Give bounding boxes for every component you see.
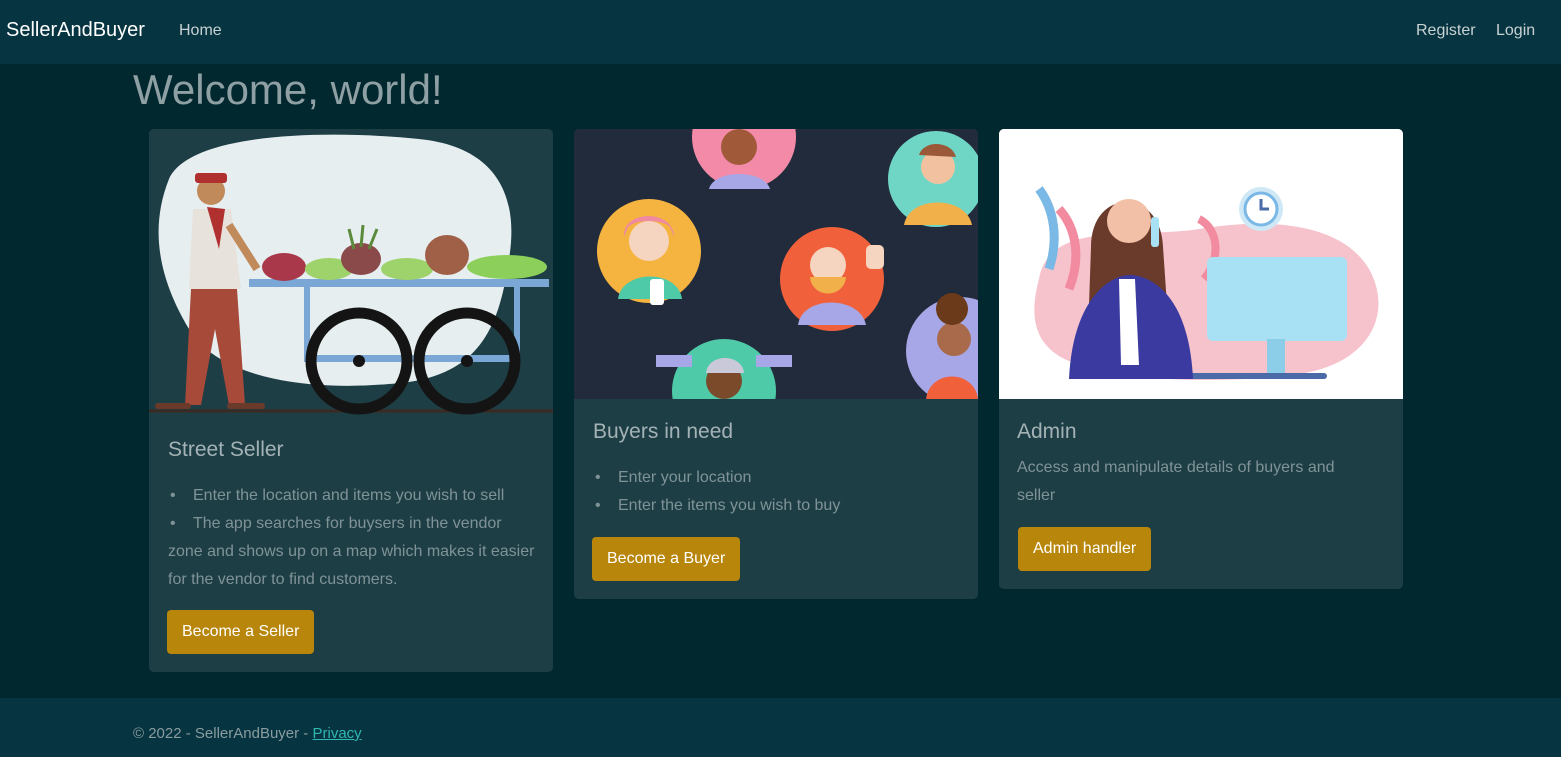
card-title: Admin <box>1017 420 1077 443</box>
navbar: SellerAndBuyer Home Register Login <box>0 0 1561 64</box>
card-title: Buyers in need <box>593 420 734 443</box>
footer-text: © 2022 - SellerAndBuyer - Privacy <box>133 725 362 742</box>
copyright-text: © 2022 - SellerAndBuyer - <box>133 725 313 742</box>
brand-link[interactable]: SellerAndBuyer <box>6 19 145 42</box>
privacy-link[interactable]: Privacy <box>312 725 361 742</box>
page-title: Welcome, world! <box>133 66 443 113</box>
admin-handler-button[interactable]: Admin handler <box>1018 527 1152 571</box>
nav-register-link[interactable]: Register <box>1416 22 1476 40</box>
become-buyer-button[interactable]: Become a Buyer <box>592 537 741 581</box>
seller-card: Street Seller Enter the location and ite… <box>149 129 553 672</box>
buyers-illustration <box>574 129 978 399</box>
buyer-feature-list: Enter your location Enter the items you … <box>593 464 963 520</box>
seller-feature-list: Enter the location and items you wish to… <box>168 482 538 594</box>
admin-card: Admin Access and manipulate details of b… <box>999 129 1403 589</box>
buyer-card: Buyers in need Enter your location Enter… <box>574 129 978 599</box>
list-item: Enter your location <box>593 464 963 492</box>
nav-login-link[interactable]: Login <box>1496 22 1535 40</box>
footer: © 2022 - SellerAndBuyer - Privacy <box>0 698 1561 757</box>
become-seller-button[interactable]: Become a Seller <box>167 610 315 654</box>
list-item: Enter the items you wish to buy <box>593 492 963 520</box>
admin-description: Access and manipulate details of buyers … <box>1017 459 1335 504</box>
list-item: Enter the location and items you wish to… <box>168 482 538 510</box>
card-title: Street Seller <box>168 438 284 461</box>
street-seller-illustration <box>149 129 553 415</box>
nav-home-link[interactable]: Home <box>179 22 222 40</box>
admin-illustration <box>999 129 1403 399</box>
list-item: The app searches for buysers in the vend… <box>168 510 538 594</box>
